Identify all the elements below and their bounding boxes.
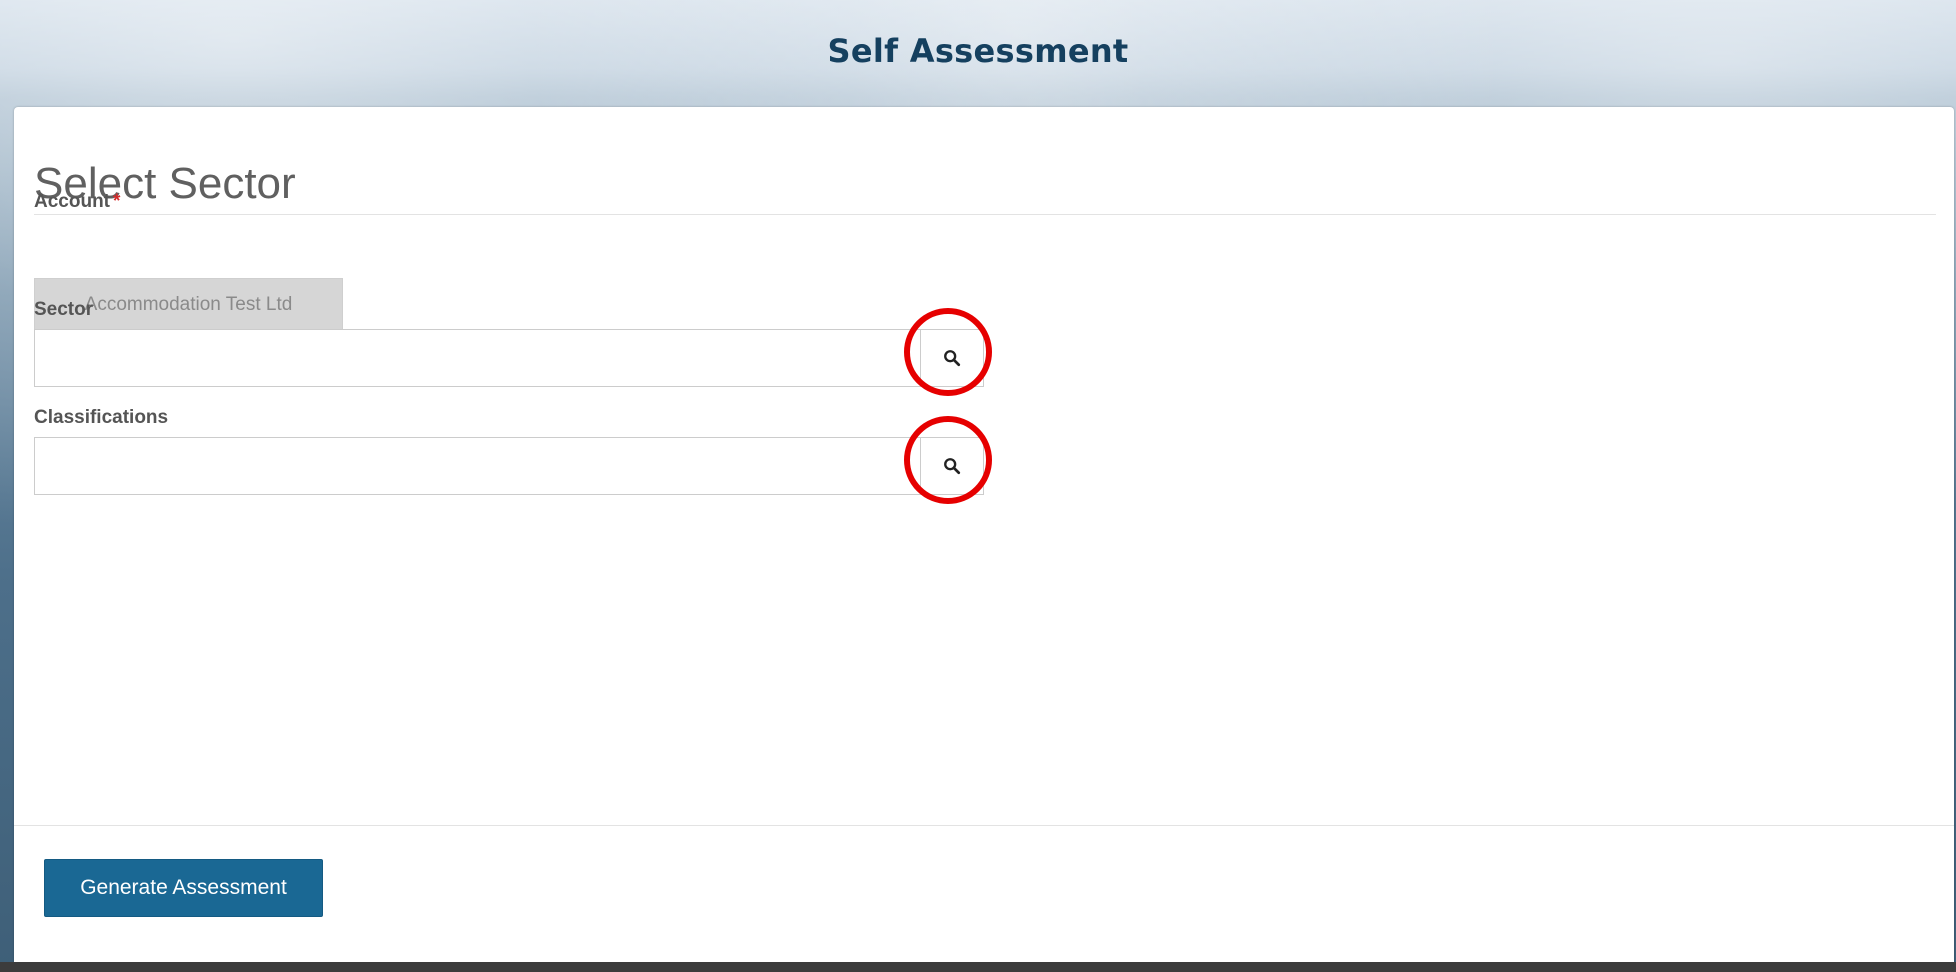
required-marker: *: [113, 191, 121, 212]
sector-lookup-button[interactable]: [904, 308, 992, 396]
generate-assessment-button[interactable]: Generate Assessment: [44, 859, 323, 917]
title-divider: [34, 214, 1936, 215]
search-icon: [944, 458, 961, 475]
classifications-input[interactable]: [34, 437, 920, 495]
page-header: Self Assessment: [0, 0, 1956, 108]
footer-divider: [14, 825, 1954, 826]
window-bottom-edge: [0, 962, 1956, 972]
search-icon: [944, 350, 961, 367]
select-sector-form: Select Sector Account * Accommodation Tes…: [14, 107, 1954, 970]
classifications-lookup-button[interactable]: [904, 416, 992, 504]
self-assessment-page: { "header": { "title": "Self Assessment"…: [0, 0, 1956, 972]
sector-lookup: [34, 308, 992, 396]
classifications-lookup: [34, 416, 992, 504]
sector-input[interactable]: [34, 329, 920, 387]
account-label-text: Account: [34, 191, 110, 212]
sector-label: Sector: [34, 299, 94, 320]
page-header-title: Self Assessment: [827, 32, 1129, 70]
account-label: Account *: [34, 191, 120, 213]
classifications-label: Classifications: [34, 407, 169, 428]
